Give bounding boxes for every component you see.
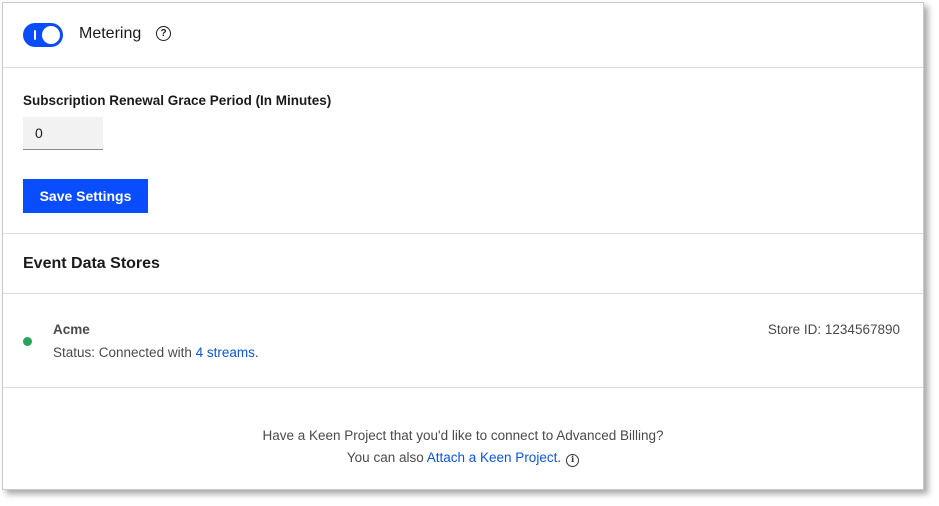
status-suffix: . bbox=[254, 345, 259, 360]
status-text: Status: Connected with bbox=[53, 345, 192, 360]
toggle-knob bbox=[42, 26, 60, 44]
grace-period-label: Subscription Renewal Grace Period (In Mi… bbox=[23, 93, 332, 108]
grace-period-section: Subscription Renewal Grace Period (In Mi… bbox=[3, 68, 923, 234]
footer-prefix: You can also bbox=[346, 450, 424, 465]
footer-suffix: . bbox=[557, 450, 562, 465]
store-row: Acme Status: Connected with 4 streams. S… bbox=[3, 294, 923, 388]
attach-footer: Have a Keen Project that you'd like to c… bbox=[3, 388, 923, 488]
metering-label: Metering bbox=[79, 25, 142, 42]
event-data-stores-header: Event Data Stores bbox=[3, 234, 923, 294]
toggle-on-mark-icon bbox=[34, 30, 36, 40]
metering-toggle[interactable] bbox=[23, 23, 63, 47]
store-id: Store ID: 1234567890 bbox=[767, 322, 900, 337]
metering-section: Metering ? bbox=[3, 3, 923, 68]
store-name: Acme bbox=[53, 322, 90, 337]
footer-attach-line: You can also Attach a Keen Project. i bbox=[3, 450, 923, 467]
streams-link[interactable]: 4 streams bbox=[196, 345, 255, 360]
question-circle-icon[interactable]: ? bbox=[156, 26, 171, 41]
store-status: Status: Connected with 4 streams. bbox=[53, 345, 259, 360]
attach-keen-project-link[interactable]: Attach a Keen Project bbox=[427, 450, 558, 465]
footer-prompt: Have a Keen Project that you'd like to c… bbox=[262, 428, 664, 443]
save-settings-button[interactable]: Save Settings bbox=[23, 179, 148, 213]
connected-status-dot-icon bbox=[23, 337, 32, 346]
info-circle-icon[interactable]: i bbox=[566, 454, 580, 467]
grace-period-input[interactable] bbox=[23, 117, 103, 150]
section-heading: Event Data Stores bbox=[23, 255, 160, 272]
settings-panel: Metering ? Subscription Renewal Grace Pe… bbox=[2, 2, 924, 490]
